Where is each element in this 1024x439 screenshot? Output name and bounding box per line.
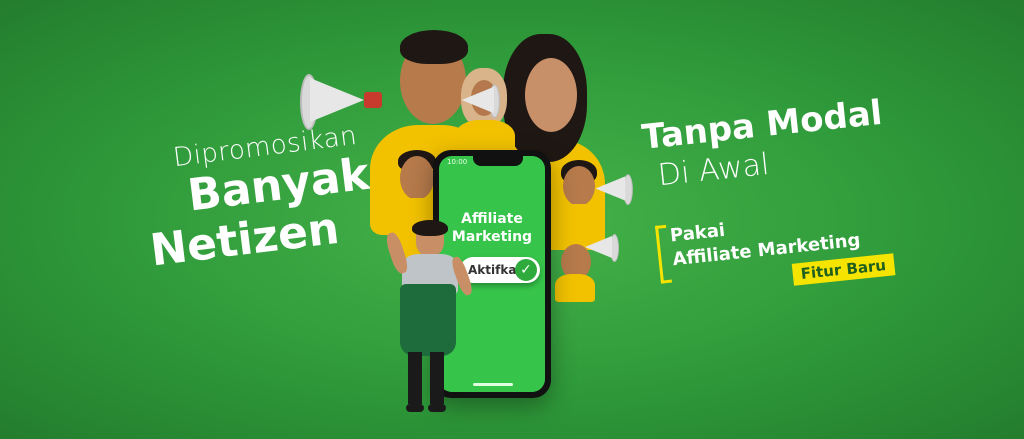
employee-girl [383,220,475,420]
right-headline: Tanpa Modal Di Awal [640,93,888,195]
megaphone-bottom-cone [585,236,612,258]
megaphone-handle [364,92,382,108]
megaphone-small-icon [461,82,500,118]
girl-hair [412,220,448,236]
megaphone-icon [300,70,410,130]
girl-shoe-right [428,404,446,412]
megaphone-cone [310,78,364,122]
home-indicator [473,383,513,386]
girl-leg-left [408,352,422,404]
woman-face [525,58,577,132]
headline-netizen: Netizen [147,202,342,277]
phone-notch [473,156,523,166]
status-time: 10:00 [447,158,468,166]
left-headline: Dipromosikan Banyak Netizen [118,120,382,279]
megaphone-small-cone [461,86,494,114]
girl-arm-left [383,230,411,276]
megaphone-right-cone [595,176,626,201]
right-person2-shirt [555,274,595,302]
small-man-face [400,156,434,200]
megaphone-bottom-icon [580,232,619,262]
girl-leg-right [430,352,444,404]
girl-shoe-left [406,404,424,412]
feature-callout: Pakai Affiliate Marketing Fitur Baru [655,201,899,286]
promo-banner: Dipromosikan Banyak Netizen 10:00 Affili… [0,0,1024,439]
check-icon: ✓ [515,259,537,281]
man-hair [400,30,468,64]
girl-apron [400,284,456,356]
megaphone-right-icon [590,172,633,205]
activate-toggle[interactable]: Aktifkan ✓ [460,257,540,283]
